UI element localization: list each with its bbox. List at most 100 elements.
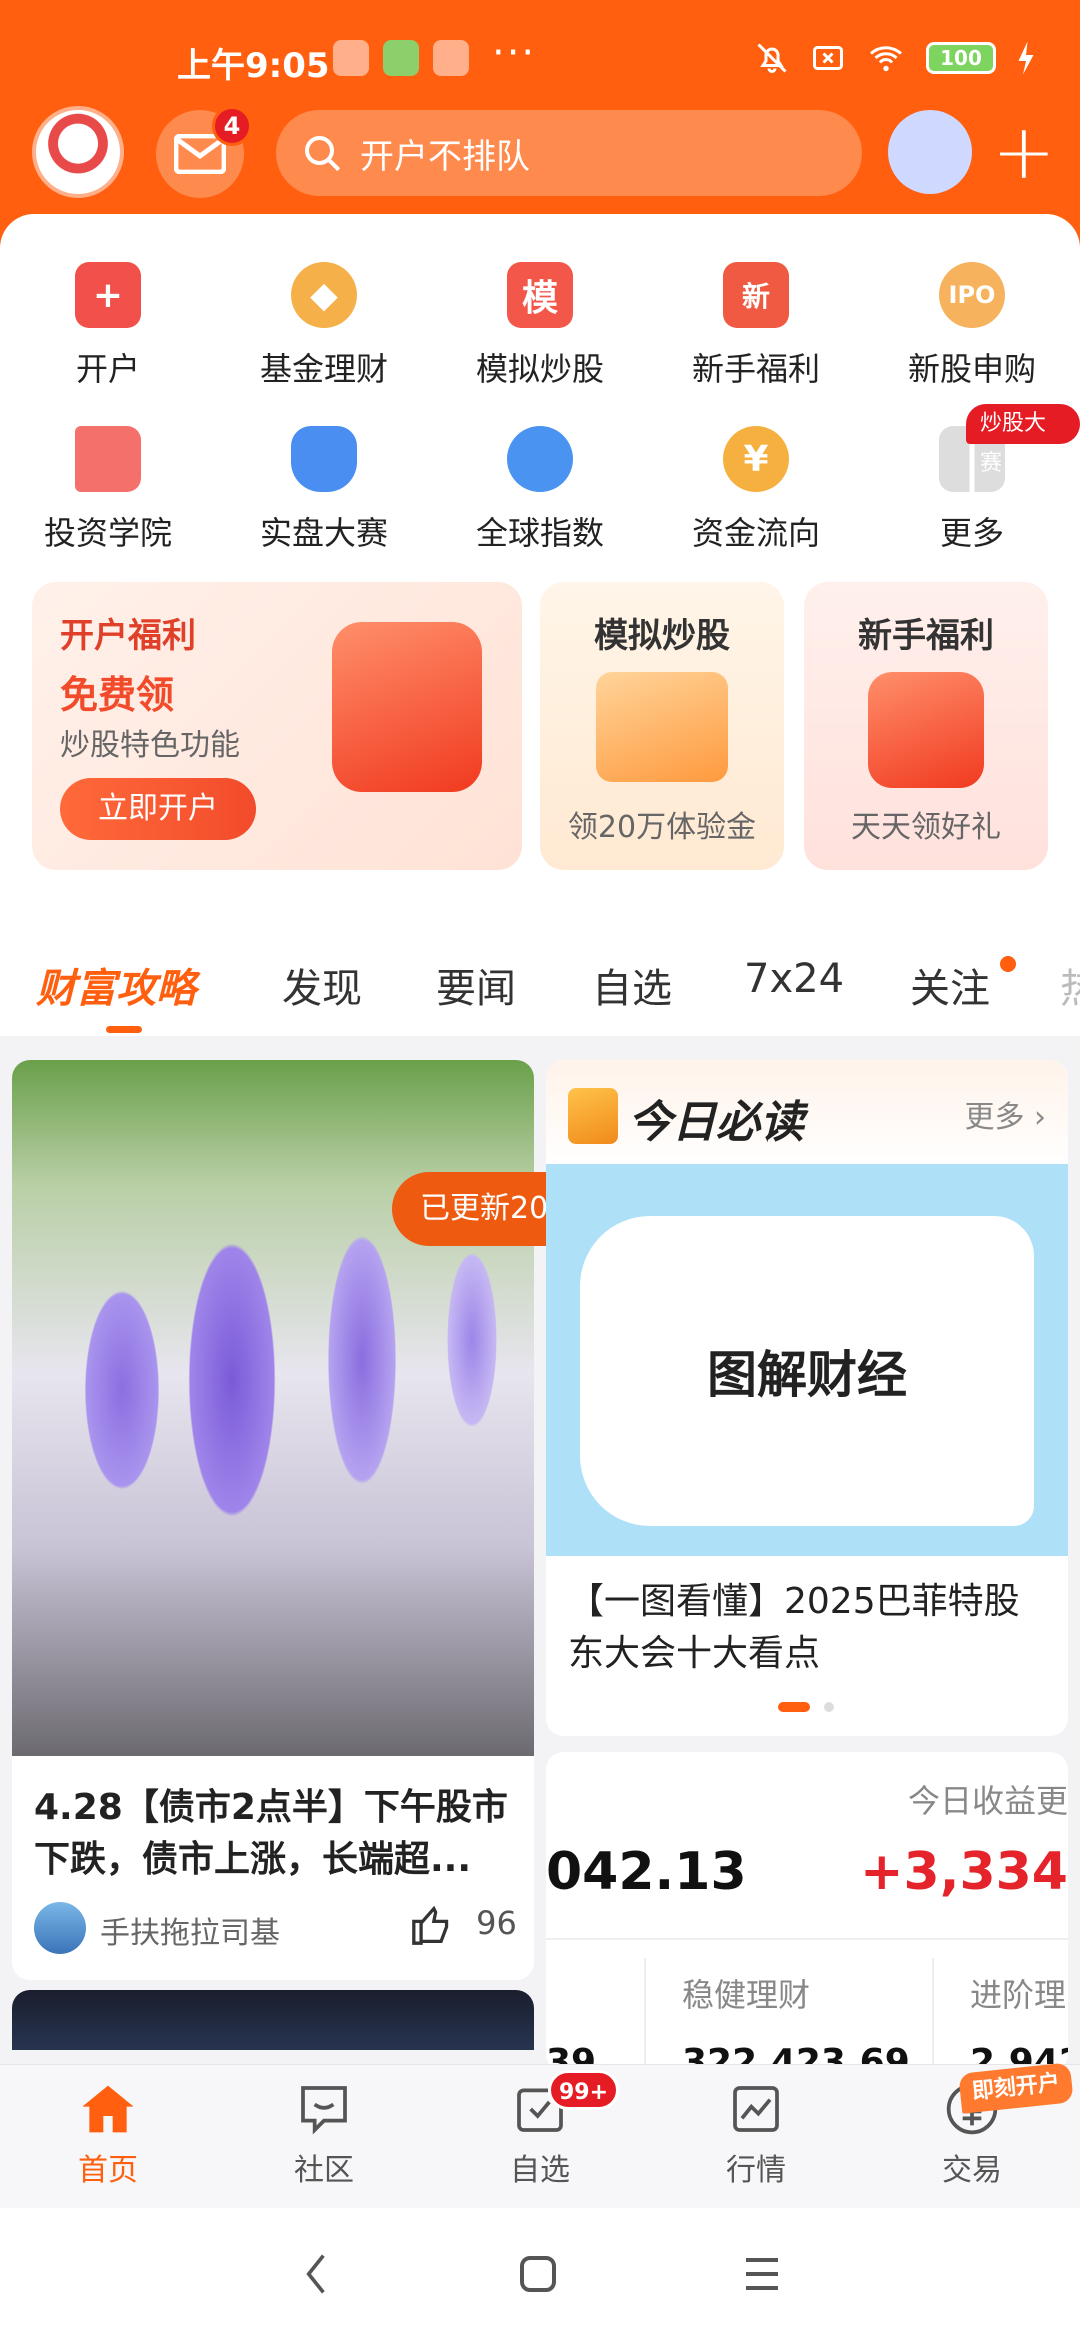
back-icon[interactable] bbox=[298, 2252, 334, 2296]
sim-off-icon bbox=[813, 46, 843, 70]
ipo-icon: IPO bbox=[939, 262, 1005, 328]
tab-discover[interactable]: 发现 bbox=[282, 956, 362, 1014]
home-icon bbox=[80, 2081, 136, 2137]
book-icon bbox=[75, 426, 141, 492]
author-name: 手扶拖拉司基 bbox=[100, 1916, 280, 1951]
grid-item-more[interactable]: 更多 bbox=[864, 426, 1080, 554]
book-alert-icon bbox=[568, 1088, 618, 1144]
quick-access-panel: + 开户 ◆ 基金理财 模 模拟炒股 新 新手福利 IPO 新股申购 投资学院 bbox=[0, 214, 1080, 1034]
more-link[interactable]: 更多 › bbox=[964, 1092, 1046, 1136]
earnings-card[interactable]: 今日收益更 042.13 +3,334 稳健理财 进阶理 39 322,423.… bbox=[546, 1752, 1068, 2072]
promo-sim-sub: 领20万体验金 bbox=[567, 810, 757, 845]
tab-news[interactable]: 要闻 bbox=[436, 956, 516, 1014]
promo-newbie-sub: 天天领好礼 bbox=[851, 810, 1001, 845]
assistant-robot-icon[interactable] bbox=[888, 110, 972, 194]
user-avatar[interactable] bbox=[32, 106, 124, 198]
total-assets-value: 042.13 bbox=[546, 1842, 747, 1902]
system-nav-bar bbox=[0, 2208, 1080, 2340]
today-read-card[interactable]: 今日必读 更多 › 图解财经 【一图看懂】2025巴菲特股东大会十大看点 bbox=[546, 1060, 1068, 1736]
advanced-finance-label: 进阶理 bbox=[970, 1976, 1067, 2014]
article-title: 4.28【债市2点半】下午股市下跌，债市上涨，长端超... bbox=[34, 1787, 508, 1880]
app-icon bbox=[383, 40, 419, 76]
mute-icon bbox=[757, 43, 787, 73]
search-placeholder: 开户不排队 bbox=[360, 136, 530, 177]
today-banner[interactable]: 图解财经 bbox=[546, 1164, 1068, 1556]
grid-item-academy[interactable]: 投资学院 bbox=[0, 426, 216, 554]
planet-icon bbox=[507, 426, 573, 492]
tab-wealth-guide[interactable]: 财富攻略 bbox=[36, 956, 196, 1014]
carousel-dot-active bbox=[778, 1702, 810, 1712]
app-screen: 上午9:05 ··· 100 4 开户不排队 + + 开户 ◆ 基金理财 模 模… bbox=[0, 0, 1080, 2340]
grid-item-ipo[interactable]: IPO 新股申购 bbox=[864, 262, 1080, 390]
today-earnings-value: +3,334 bbox=[859, 1842, 1068, 1902]
like-count: 96 bbox=[476, 1904, 517, 1942]
wifi-icon bbox=[870, 46, 902, 72]
grid-item-capital-flow[interactable]: ¥ 资金流向 bbox=[648, 426, 864, 554]
thumbs-up-icon bbox=[412, 1905, 449, 1945]
gift-icon bbox=[868, 672, 984, 788]
today-article-title: 【一图看懂】2025巴菲特股东大会十大看点 bbox=[568, 1581, 1020, 1674]
battery-icon: 100 bbox=[926, 42, 996, 74]
shopping-icon bbox=[433, 40, 469, 76]
article-image bbox=[12, 1060, 534, 1756]
tab-watchlist[interactable]: 自选 bbox=[592, 956, 672, 1014]
promo-newbie-title: 新手福利 bbox=[858, 616, 994, 656]
notification-icon bbox=[333, 40, 369, 76]
home-button-icon[interactable] bbox=[518, 2254, 558, 2294]
top-bar: 4 开户不排队 + bbox=[0, 104, 1080, 204]
grid-item-fund[interactable]: ◆ 基金理财 bbox=[216, 262, 432, 390]
bottom-nav: 首页 社区 自选 行情 交易 bbox=[0, 2064, 1080, 2208]
follow-dot bbox=[1000, 956, 1016, 972]
carousel-dot bbox=[824, 1702, 834, 1712]
earnings-label: 今日收益更 bbox=[907, 1782, 1068, 1820]
contest-badge: 炒股大赛 bbox=[966, 404, 1080, 476]
grid-item-sim-trade[interactable]: 模 模拟炒股 bbox=[432, 262, 648, 390]
calendar-icon: 新 bbox=[723, 262, 789, 328]
charging-icon bbox=[1018, 41, 1034, 75]
mail-badge: 4 bbox=[212, 106, 252, 146]
promo-open-title: 开户福利 bbox=[60, 616, 196, 656]
tab-follow[interactable]: 关注 bbox=[910, 956, 990, 1014]
search-bar[interactable]: 开户不排队 bbox=[276, 110, 862, 196]
chart-line-icon bbox=[728, 2081, 784, 2137]
trophy-icon bbox=[291, 426, 357, 492]
promo-sim-trade[interactable]: 模拟炒股 领20万体验金 bbox=[540, 582, 784, 870]
more-notifications-icon: ··· bbox=[492, 30, 537, 76]
nav-home[interactable]: 首页 bbox=[0, 2081, 216, 2189]
like-button[interactable]: 96 bbox=[410, 1904, 517, 1945]
feed-tabs: 财富攻略 发现 要闻 自选 7x24 关注 热 bbox=[0, 940, 1080, 1036]
open-account-button[interactable]: 立即开户 bbox=[60, 778, 256, 840]
chart-growth-icon bbox=[596, 672, 728, 782]
grid-item-contest[interactable]: 实盘大赛 bbox=[216, 426, 432, 554]
tab-indicator bbox=[106, 1026, 142, 1033]
today-read-title: 今日必读 bbox=[628, 1097, 804, 1148]
grid-item-open-account[interactable]: + 开户 bbox=[0, 262, 216, 390]
search-icon bbox=[305, 136, 341, 172]
fund-icon: ◆ bbox=[291, 262, 357, 328]
status-time: 上午9:05 bbox=[177, 46, 330, 86]
promo-open-headline: 免费领 bbox=[60, 673, 175, 717]
sim-trade-icon: 模 bbox=[507, 262, 573, 328]
chat-icon bbox=[296, 2081, 352, 2137]
nav-market[interactable]: 行情 bbox=[648, 2081, 864, 2189]
author-avatar bbox=[34, 1902, 86, 1954]
gift-bag-icon bbox=[332, 622, 482, 792]
nav-community[interactable]: 社区 bbox=[216, 2081, 432, 2189]
tab-hot[interactable]: 热 bbox=[1060, 956, 1080, 1014]
banner-text: 图解财经 bbox=[580, 1216, 1034, 1526]
add-button[interactable]: + bbox=[992, 110, 1056, 194]
grid-item-global-index[interactable]: 全球指数 bbox=[432, 426, 648, 554]
yuan-coin-icon: ¥ bbox=[723, 426, 789, 492]
status-bar: 上午9:05 ··· 100 bbox=[0, 30, 1080, 88]
recents-icon[interactable] bbox=[742, 2256, 782, 2292]
promo-open-account[interactable]: 开户福利 免费领 炒股特色功能 立即开户 bbox=[32, 582, 522, 870]
tab-7x24[interactable]: 7x24 bbox=[744, 956, 844, 1002]
promo-newbie[interactable]: 新手福利 天天领好礼 bbox=[804, 582, 1048, 870]
open-account-icon: + bbox=[75, 262, 141, 328]
promo-open-sub: 炒股特色功能 bbox=[60, 728, 240, 763]
grid-item-newbie[interactable]: 新 新手福利 bbox=[648, 262, 864, 390]
article-card-next[interactable] bbox=[12, 1990, 534, 2050]
promo-sim-title: 模拟炒股 bbox=[594, 616, 730, 656]
watchlist-badge: 99+ bbox=[548, 2070, 620, 2110]
steady-finance-label: 稳健理财 bbox=[682, 1976, 811, 2014]
